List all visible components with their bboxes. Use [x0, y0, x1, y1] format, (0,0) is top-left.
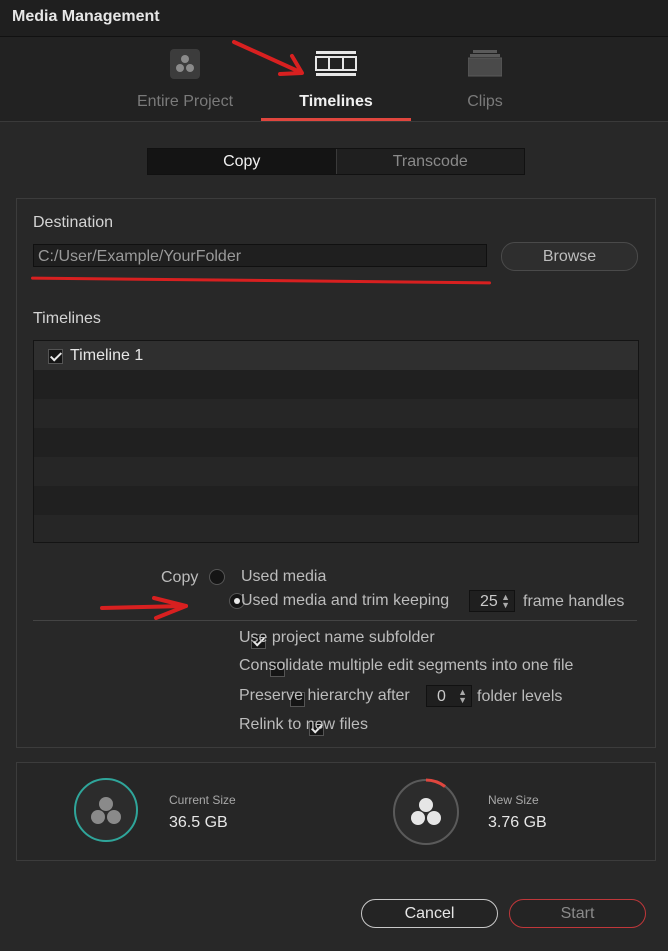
- list-row-empty: [34, 370, 638, 399]
- tab-clips[interactable]: Clips: [410, 37, 560, 121]
- list-item[interactable]: Timeline 1: [34, 341, 638, 370]
- start-button[interactable]: Start: [509, 899, 646, 928]
- tab-label: Entire Project: [136, 93, 234, 110]
- used-media-label: Used media: [241, 568, 327, 585]
- new-size-label: New Size: [488, 793, 539, 807]
- relink-label: Relink to new files: [239, 716, 368, 733]
- use-project-name-label: Use project name subfolder: [239, 629, 435, 646]
- destination-path-field[interactable]: C:/User/Example/YourFolder: [33, 244, 487, 267]
- copy-options-label: Copy: [161, 569, 199, 586]
- list-row-empty: [34, 457, 638, 486]
- frame-handles-value: 25: [480, 593, 498, 610]
- frame-handles-stepper[interactable]: 25 ▲ ▼: [469, 590, 515, 612]
- resolve-logo-icon: [91, 797, 121, 824]
- stepper-arrows-icon[interactable]: ▲ ▼: [501, 593, 510, 610]
- folder-levels-stepper[interactable]: 0 ▲ ▼: [426, 685, 472, 707]
- options-divider: [33, 620, 637, 621]
- used-media-trim-label: Used media and trim keeping: [241, 592, 450, 609]
- preserve-hierarchy-label: Preserve hierarchy after: [239, 687, 410, 704]
- current-size-label: Current Size: [169, 793, 236, 807]
- mode-segmented-control: Copy Transcode: [147, 148, 525, 175]
- timeline-icon: [315, 49, 357, 82]
- browse-button[interactable]: Browse: [501, 242, 638, 271]
- current-size-value: 36.5 GB: [169, 814, 228, 831]
- list-row-empty: [34, 399, 638, 428]
- resolve-logo-icon: [170, 49, 200, 84]
- folder-levels-value: 0: [437, 688, 446, 705]
- window-title: Media Management: [12, 8, 160, 25]
- tab-label: Timelines: [299, 93, 373, 110]
- stepper-arrows-icon[interactable]: ▲ ▼: [458, 688, 467, 705]
- annotation-arrow-icon: [232, 40, 304, 76]
- new-size-ring: [392, 778, 460, 846]
- transcode-mode-button[interactable]: Transcode: [337, 149, 525, 174]
- copy-mode-button[interactable]: Copy: [148, 149, 337, 174]
- cancel-button[interactable]: Cancel: [361, 899, 498, 928]
- folder-levels-suffix: folder levels: [477, 688, 563, 705]
- current-size-ring: [74, 778, 138, 842]
- title-bar: Media Management: [0, 0, 668, 37]
- timeline-checkbox[interactable]: [48, 349, 63, 364]
- new-size-value: 3.76 GB: [488, 814, 547, 831]
- annotation-arrow-icon: [100, 596, 188, 620]
- list-row-empty: [34, 486, 638, 515]
- top-tab-bar: Entire Project Timelines Clips: [0, 37, 668, 122]
- list-row-empty: [34, 515, 638, 542]
- tab-label: Clips: [467, 93, 503, 110]
- used-media-radio[interactable]: [209, 569, 225, 585]
- active-tab-underline: [261, 118, 411, 121]
- timeline-name: Timeline 1: [70, 347, 144, 364]
- timelines-label: Timelines: [33, 310, 101, 327]
- list-row-empty: [34, 428, 638, 457]
- destination-label: Destination: [33, 214, 114, 231]
- frame-handles-suffix: frame handles: [523, 593, 625, 610]
- consolidate-label: Consolidate multiple edit segments into …: [239, 657, 574, 674]
- clips-icon: [467, 49, 503, 82]
- timelines-list: Timeline 1: [33, 340, 639, 543]
